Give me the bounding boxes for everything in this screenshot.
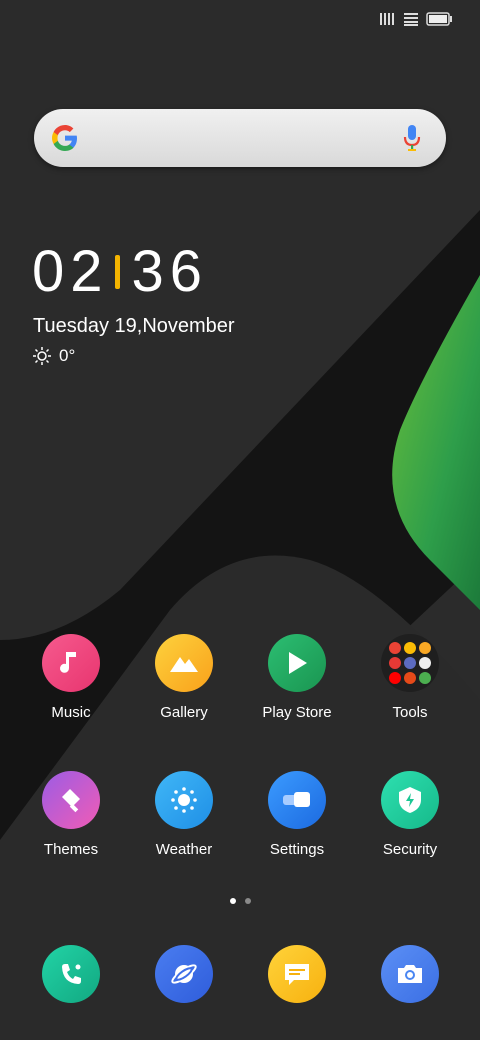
temperature-value: 0° — [59, 346, 76, 365]
app-security[interactable]: Security — [355, 771, 465, 858]
phone-icon — [62, 964, 81, 984]
google-search-bar[interactable] — [34, 109, 446, 167]
weather-widget[interactable]: 0° — [33, 346, 75, 366]
folder-app-icon — [419, 657, 431, 669]
clock-widget[interactable]: 02 36 — [32, 240, 208, 304]
dock-phone-app[interactable] — [42, 945, 100, 1003]
folder-app-icon — [389, 672, 401, 684]
date-label: Tuesday 19,November — [33, 315, 235, 337]
sun-icon — [33, 347, 51, 365]
page-indicator — [0, 898, 480, 904]
signal-icon — [380, 13, 394, 25]
clock-separator — [114, 255, 120, 289]
clock-minutes: 36 — [131, 239, 209, 304]
status-bar — [380, 12, 452, 26]
dock-messages-app[interactable] — [268, 945, 326, 1003]
app-themes[interactable]: Themes — [16, 771, 126, 858]
security-shield-icon — [381, 771, 439, 829]
play-store-icon — [268, 634, 326, 692]
app-label: Security — [382, 841, 438, 858]
folder-app-icon — [404, 642, 416, 654]
app-label: Weather — [155, 841, 213, 858]
app-weather[interactable]: Weather — [129, 771, 239, 858]
themes-icon — [42, 771, 100, 829]
browser-planet-icon — [171, 964, 197, 984]
message-icon — [285, 964, 309, 985]
folder-app-icon — [419, 672, 431, 684]
app-label: Music — [51, 704, 91, 721]
app-label: Themes — [43, 841, 99, 858]
camera-icon — [398, 965, 422, 983]
folder-app-icon — [389, 657, 401, 669]
app-play-store[interactable]: Play Store — [242, 634, 352, 721]
network-icon — [404, 13, 418, 26]
gallery-icon — [155, 634, 213, 692]
tools-folder-icon — [381, 634, 439, 692]
page-dot-active[interactable] — [229, 898, 236, 904]
page-dot[interactable] — [244, 898, 251, 904]
app-tools-folder[interactable]: Tools — [355, 634, 465, 721]
battery-icon — [426, 12, 452, 26]
app-gallery[interactable]: Gallery — [129, 634, 239, 721]
app-label: Play Store — [262, 704, 332, 721]
weather-icon — [155, 771, 213, 829]
app-settings[interactable]: Settings — [242, 771, 352, 858]
settings-icon — [268, 771, 326, 829]
folder-app-icon — [419, 642, 431, 654]
clock-hours: 02 — [32, 239, 109, 304]
voice-search-mic-icon[interactable] — [402, 123, 422, 153]
folder-app-icon — [404, 657, 416, 669]
app-music[interactable]: Music — [16, 634, 126, 721]
music-icon — [42, 634, 100, 692]
dock-camera-app[interactable] — [381, 945, 439, 1003]
folder-app-icon — [404, 672, 416, 684]
app-label: Tools — [392, 704, 428, 721]
app-label: Gallery — [160, 704, 208, 721]
dock-browser-app[interactable] — [155, 945, 213, 1003]
google-logo-icon — [52, 125, 77, 151]
app-label: Settings — [269, 841, 325, 858]
folder-app-icon — [389, 642, 401, 654]
